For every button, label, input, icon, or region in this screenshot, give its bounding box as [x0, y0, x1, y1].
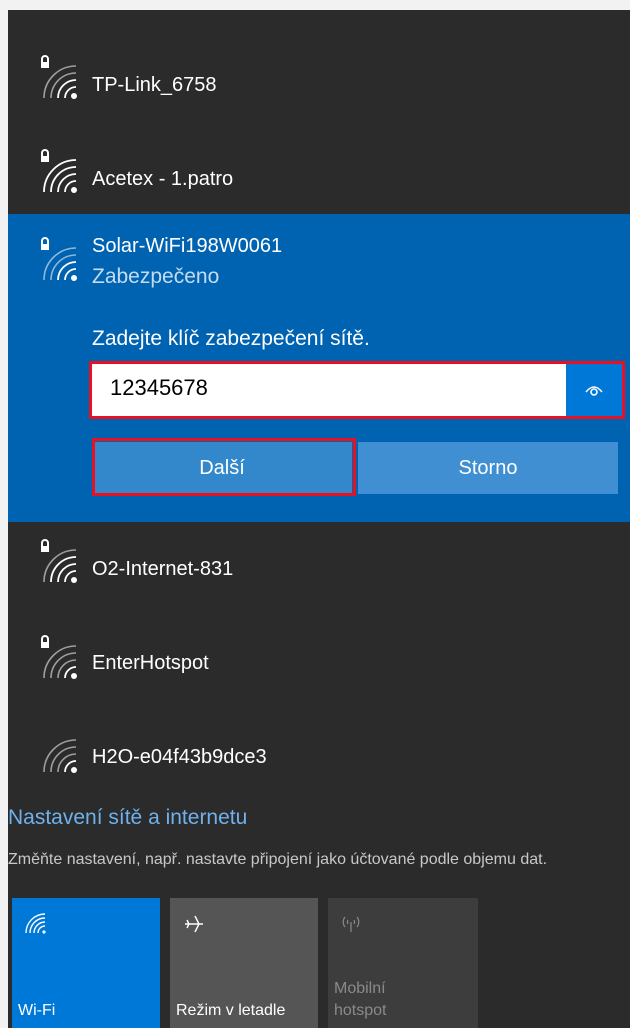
mobile-hotspot-tile[interactable]: Mobilní hotspot — [328, 898, 478, 1028]
network-ssid: TP-Link_6758 — [92, 74, 217, 96]
network-item-selected[interactable]: Solar-WiFi198W0061 Zabezpečeno Zadejte k… — [8, 214, 630, 522]
wifi-toggle-tile[interactable]: Wi-Fi — [12, 898, 160, 1028]
secured-wifi-icon — [41, 237, 77, 281]
network-ssid: Acetex - 1.patro — [92, 168, 234, 190]
network-item[interactable]: O2-Internet-831 — [8, 522, 630, 616]
tile-label: Režim v letadle — [176, 1002, 286, 1019]
network-ssid: Solar-WiFi198W0061 — [92, 235, 283, 257]
password-prompt: Zadejte klíč zabezpečení sítě. — [92, 327, 370, 350]
wifi-icon — [43, 739, 77, 773]
network-settings-link[interactable]: Nastavení sítě a internetu — [8, 806, 247, 830]
password-value[interactable]: 12345678 — [110, 375, 208, 401]
wifi-icon — [25, 913, 46, 934]
tile-label: Mobilní hotspot — [334, 980, 387, 1019]
network-item[interactable]: TP-Link_6758 — [8, 26, 630, 120]
network-item[interactable]: Acetex - 1.patro — [8, 120, 630, 214]
network-status: Zabezpečeno — [92, 265, 220, 288]
password-field[interactable]: 12345678 — [92, 364, 622, 416]
eye-icon — [585, 386, 603, 396]
network-ssid: O2-Internet-831 — [92, 558, 234, 580]
airplane-mode-tile[interactable]: Režim v letadle — [170, 898, 318, 1028]
secured-wifi-icon — [41, 149, 77, 193]
hotspot-icon — [342, 916, 360, 932]
cancel-button[interactable]: Storno — [358, 442, 618, 494]
secured-wifi-icon — [41, 539, 77, 583]
next-button[interactable]: Další — [92, 442, 352, 494]
network-settings-description: Změňte nastavení, např. nastavte připoje… — [8, 851, 548, 868]
secured-wifi-icon — [41, 55, 77, 99]
network-ssid: H2O-e04f43b9dce3 — [92, 746, 267, 768]
network-ssid: EnterHotspot — [92, 652, 209, 674]
airplane-icon — [185, 915, 203, 933]
tile-label: Wi-Fi — [18, 1002, 56, 1019]
secured-wifi-icon — [41, 635, 77, 679]
network-item[interactable]: H2O-e04f43b9dce3 — [8, 710, 630, 804]
reveal-password-button[interactable] — [566, 364, 622, 416]
network-item[interactable]: EnterHotspot — [8, 616, 630, 710]
network-flyout: TP-Link_6758 Acetex - 1.patro Solar-WiFi… — [8, 10, 630, 1028]
